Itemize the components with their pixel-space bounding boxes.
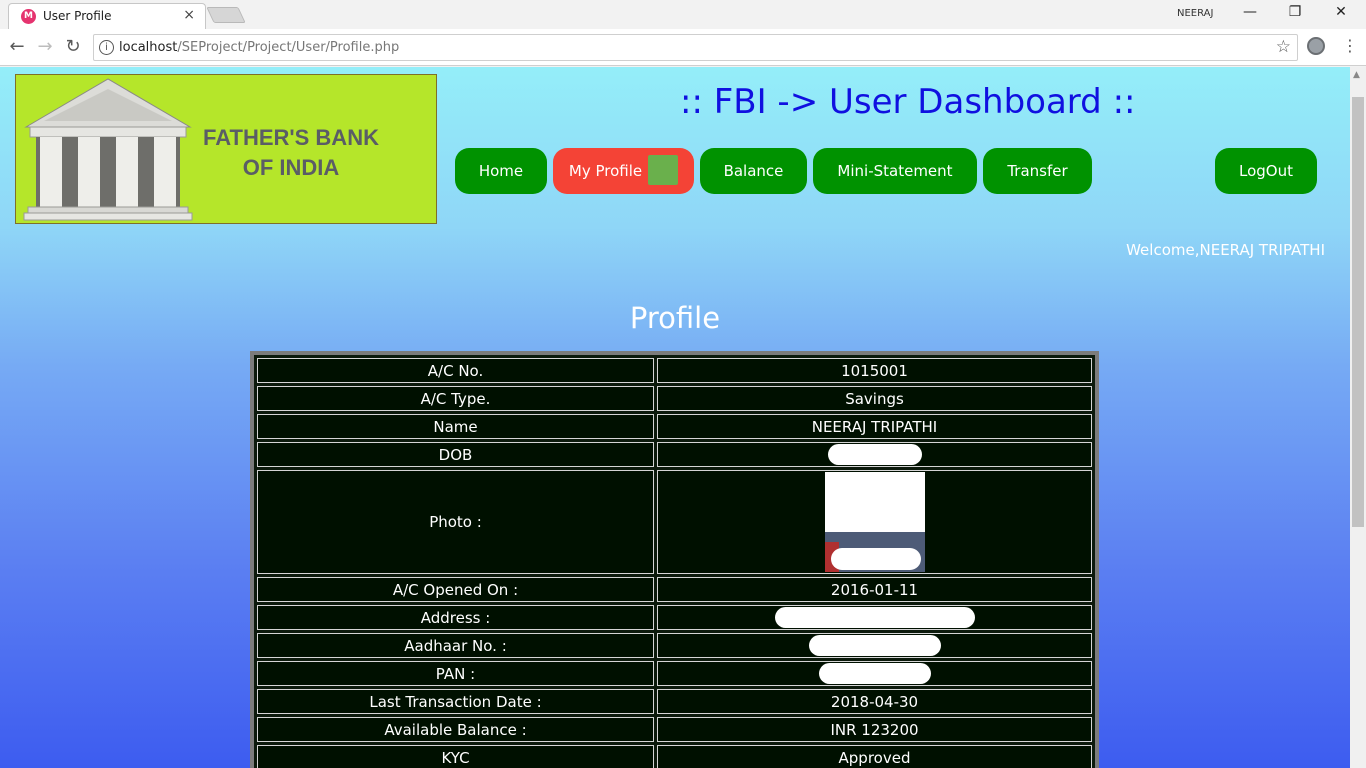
favicon-icon: M <box>21 9 36 24</box>
table-row: A/C Type. Savings <box>257 386 1092 411</box>
row-value: INR 123200 <box>657 717 1092 742</box>
reload-icon[interactable]: ↻ <box>62 36 84 57</box>
restore-button[interactable]: ❐ <box>1280 4 1310 24</box>
profile-heading: Profile <box>629 301 721 335</box>
table-row: KYC Approved <box>257 745 1092 768</box>
row-value: 2016-01-11 <box>657 577 1092 602</box>
extension-icon[interactable] <box>1307 37 1325 55</box>
nav-balance-button[interactable]: Balance <box>700 148 807 194</box>
row-value-redacted <box>657 633 1092 658</box>
user-photo <box>824 472 925 572</box>
avatar-icon <box>648 154 679 185</box>
table-row: A/C No. 1015001 <box>257 358 1092 383</box>
row-label: Last Transaction Date : <box>257 689 654 714</box>
row-label: Address : <box>257 605 654 630</box>
row-label: Available Balance : <box>257 717 654 742</box>
table-row: Available Balance : INR 123200 <box>257 717 1092 742</box>
nav-home-button[interactable]: Home <box>455 148 547 194</box>
bank-name: FATHER'S BANK OF INDIA <box>203 125 379 180</box>
row-label: DOB <box>257 442 654 467</box>
row-value: 2018-04-30 <box>657 689 1092 714</box>
photo-cell <box>657 470 1092 574</box>
table-row: Address : <box>257 605 1092 630</box>
forward-arrow-icon[interactable]: → <box>34 36 56 57</box>
row-label: A/C Type. <box>257 386 654 411</box>
table-row: Last Transaction Date : 2018-04-30 <box>257 689 1092 714</box>
browser-profile-name[interactable]: NEERAJ <box>1177 8 1213 19</box>
nav-my-profile-button[interactable]: My Profile <box>553 148 694 194</box>
row-label: Name <box>257 414 654 439</box>
row-value-redacted <box>657 605 1092 630</box>
logout-button[interactable]: LogOut <box>1215 148 1317 194</box>
address-bar[interactable]: i localhost/SEProject/Project/User/Profi… <box>93 34 1298 61</box>
table-row: DOB <box>257 442 1092 467</box>
bank-building-icon <box>23 78 193 221</box>
row-label: Photo : <box>257 470 654 574</box>
table-row: A/C Opened On : 2016-01-11 <box>257 577 1092 602</box>
table-row: PAN : <box>257 661 1092 686</box>
scroll-up-icon[interactable]: ▲ <box>1353 70 1360 80</box>
row-value: Savings <box>657 386 1092 411</box>
table-row: Name NEERAJ TRIPATHI <box>257 414 1092 439</box>
tab-title: User Profile <box>43 9 112 23</box>
minimize-button[interactable]: — <box>1235 4 1265 24</box>
row-label: A/C No. <box>257 358 654 383</box>
close-window-button[interactable]: ✕ <box>1326 4 1356 24</box>
nav-my-profile-label: My Profile <box>568 162 643 180</box>
row-value: Approved <box>657 745 1092 768</box>
row-value-redacted <box>657 442 1092 467</box>
back-arrow-icon[interactable]: ← <box>6 36 28 57</box>
scroll-thumb[interactable] <box>1352 97 1364 527</box>
url-text[interactable]: localhost/SEProject/Project/User/Profile… <box>119 40 399 55</box>
tab-close-icon[interactable]: × <box>183 7 195 23</box>
page-scrollbar[interactable]: ▲ <box>1350 67 1366 768</box>
table-row: Photo : <box>257 470 1092 574</box>
row-value: 1015001 <box>657 358 1092 383</box>
row-value: NEERAJ TRIPATHI <box>657 414 1092 439</box>
row-label: PAN : <box>257 661 654 686</box>
new-tab-button[interactable] <box>206 7 246 23</box>
page-title: :: FBI -> User Dashboard :: <box>680 82 1136 122</box>
bookmark-star-icon[interactable]: ☆ <box>1276 37 1291 57</box>
browser-tabstrip: M User Profile × NEERAJ — ❐ ✕ <box>0 0 1366 29</box>
browser-toolbar: ← → ↻ i localhost/SEProject/Project/User… <box>0 29 1366 66</box>
nav-mini-statement-button[interactable]: Mini-Statement <box>813 148 977 194</box>
nav-transfer-button[interactable]: Transfer <box>983 148 1092 194</box>
row-label: A/C Opened On : <box>257 577 654 602</box>
row-value-redacted <box>657 661 1092 686</box>
kebab-menu-icon[interactable]: ⋮ <box>1342 36 1358 55</box>
profile-table: A/C No. 1015001 A/C Type. Savings Name N… <box>250 351 1099 768</box>
welcome-text: Welcome,NEERAJ TRIPATHI <box>1126 241 1325 259</box>
row-label: Aadhaar No. : <box>257 633 654 658</box>
info-icon[interactable]: i <box>99 40 114 55</box>
browser-tab[interactable]: M User Profile × <box>8 3 206 29</box>
page-viewport: FATHER'S BANK OF INDIA :: FBI -> User Da… <box>0 67 1350 768</box>
table-row: Aadhaar No. : <box>257 633 1092 658</box>
row-label: KYC <box>257 745 654 768</box>
bank-logo: FATHER'S BANK OF INDIA <box>15 74 437 224</box>
